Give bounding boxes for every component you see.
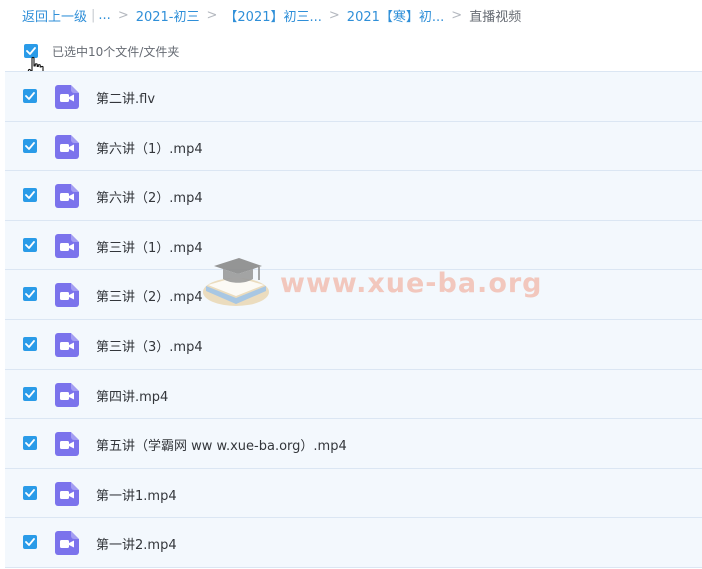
file-checkbox[interactable] <box>23 386 37 401</box>
breadcrumb-ellipsis[interactable]: ... <box>98 8 110 23</box>
file-checkbox[interactable] <box>23 485 37 500</box>
file-name[interactable]: 第四讲.mp4 <box>96 386 168 405</box>
file-name[interactable]: 第三讲（2）.mp4 <box>96 286 203 305</box>
check-icon <box>25 389 35 398</box>
video-file-icon <box>55 283 79 308</box>
file-row[interactable]: 第五讲（学霸网 ww w.xue-ba.org）.mp4 <box>5 419 702 469</box>
check-icon <box>25 290 35 299</box>
file-name[interactable]: 第三讲（1）.mp4 <box>96 237 203 256</box>
file-name[interactable]: 第六讲（1）.mp4 <box>96 138 203 157</box>
video-file-icon <box>55 233 79 258</box>
file-checkbox[interactable] <box>23 535 37 550</box>
video-file-icon <box>55 184 79 209</box>
check-icon <box>25 439 35 448</box>
check-icon <box>25 340 35 348</box>
file-checkbox[interactable] <box>23 436 37 451</box>
watermark-text: www.xue-ba.org <box>280 268 543 299</box>
file-checkbox[interactable] <box>23 287 37 302</box>
check-icon <box>25 538 35 547</box>
file-checkbox[interactable] <box>23 237 37 252</box>
file-row[interactable]: 第三讲（3）.mp4 <box>5 319 702 370</box>
breadcrumb: 返回上一级 | ... > 2021-初三 > 【2021】初三... > 20… <box>22 6 522 25</box>
watermark: www.xue-ba.org <box>196 252 542 312</box>
breadcrumb-item-winter-folder[interactable]: 2021【寒】初... <box>347 6 444 25</box>
graduation-cap-book-icon <box>203 258 269 306</box>
file-checkbox[interactable] <box>23 188 37 203</box>
file-list: 第二讲.flv 第六讲（1）.mp4 第六讲（2）.mp4 第三讲（1）.mp4 第三讲… <box>5 71 702 568</box>
file-row[interactable]: 第六讲（1）.mp4 <box>5 121 702 172</box>
file-row[interactable]: 第二讲.flv <box>5 72 702 122</box>
file-name[interactable]: 第二讲.flv <box>96 88 155 107</box>
back-link[interactable]: 返回上一级 <box>22 6 87 25</box>
video-file-icon <box>55 531 79 556</box>
file-name[interactable]: 第六讲（2）.mp4 <box>96 187 203 206</box>
file-checkbox[interactable] <box>23 138 37 153</box>
video-file-icon <box>55 481 79 506</box>
file-row[interactable]: 第六讲（2）.mp4 <box>5 171 702 221</box>
file-row[interactable]: 第四讲.mp4 <box>5 369 702 420</box>
file-name[interactable]: 第五讲（学霸网 ww w.xue-ba.org）.mp4 <box>96 435 347 454</box>
check-icon <box>25 191 35 200</box>
breadcrumb-separator: > <box>117 7 129 23</box>
selection-count-label: 已选中10个文件/文件夹 <box>52 44 180 59</box>
check-icon <box>25 488 35 497</box>
file-name[interactable]: 第一讲1.mp4 <box>96 485 177 504</box>
file-checkbox[interactable] <box>23 89 37 103</box>
video-file-icon <box>55 332 79 357</box>
breadcrumb-separator: > <box>206 7 218 23</box>
check-icon <box>25 240 35 249</box>
breadcrumb-item-2021-folder[interactable]: 【2021】初三... <box>224 6 321 25</box>
breadcrumb-divider: | <box>91 7 96 23</box>
video-file-icon <box>55 432 79 457</box>
video-file-icon <box>55 85 79 109</box>
video-file-icon <box>55 134 79 159</box>
breadcrumb-separator: > <box>451 7 463 23</box>
breadcrumb-item-2021-chusan[interactable]: 2021-初三 <box>136 6 200 25</box>
file-checkbox[interactable] <box>23 336 37 351</box>
select-all-bar: 已选中10个文件/文件夹 <box>24 43 179 59</box>
file-name[interactable]: 第一讲2.mp4 <box>96 534 177 553</box>
breadcrumb-current: 直播视频 <box>469 9 522 25</box>
file-row[interactable]: 第一讲1.mp4 <box>5 468 702 519</box>
check-icon <box>25 92 35 100</box>
file-name[interactable]: 第三讲（3）.mp4 <box>96 336 203 355</box>
file-row[interactable]: 第一讲2.mp4 <box>5 518 702 568</box>
video-file-icon <box>55 382 79 407</box>
breadcrumb-separator: > <box>328 7 340 23</box>
check-icon <box>26 47 36 55</box>
check-icon <box>25 141 35 150</box>
